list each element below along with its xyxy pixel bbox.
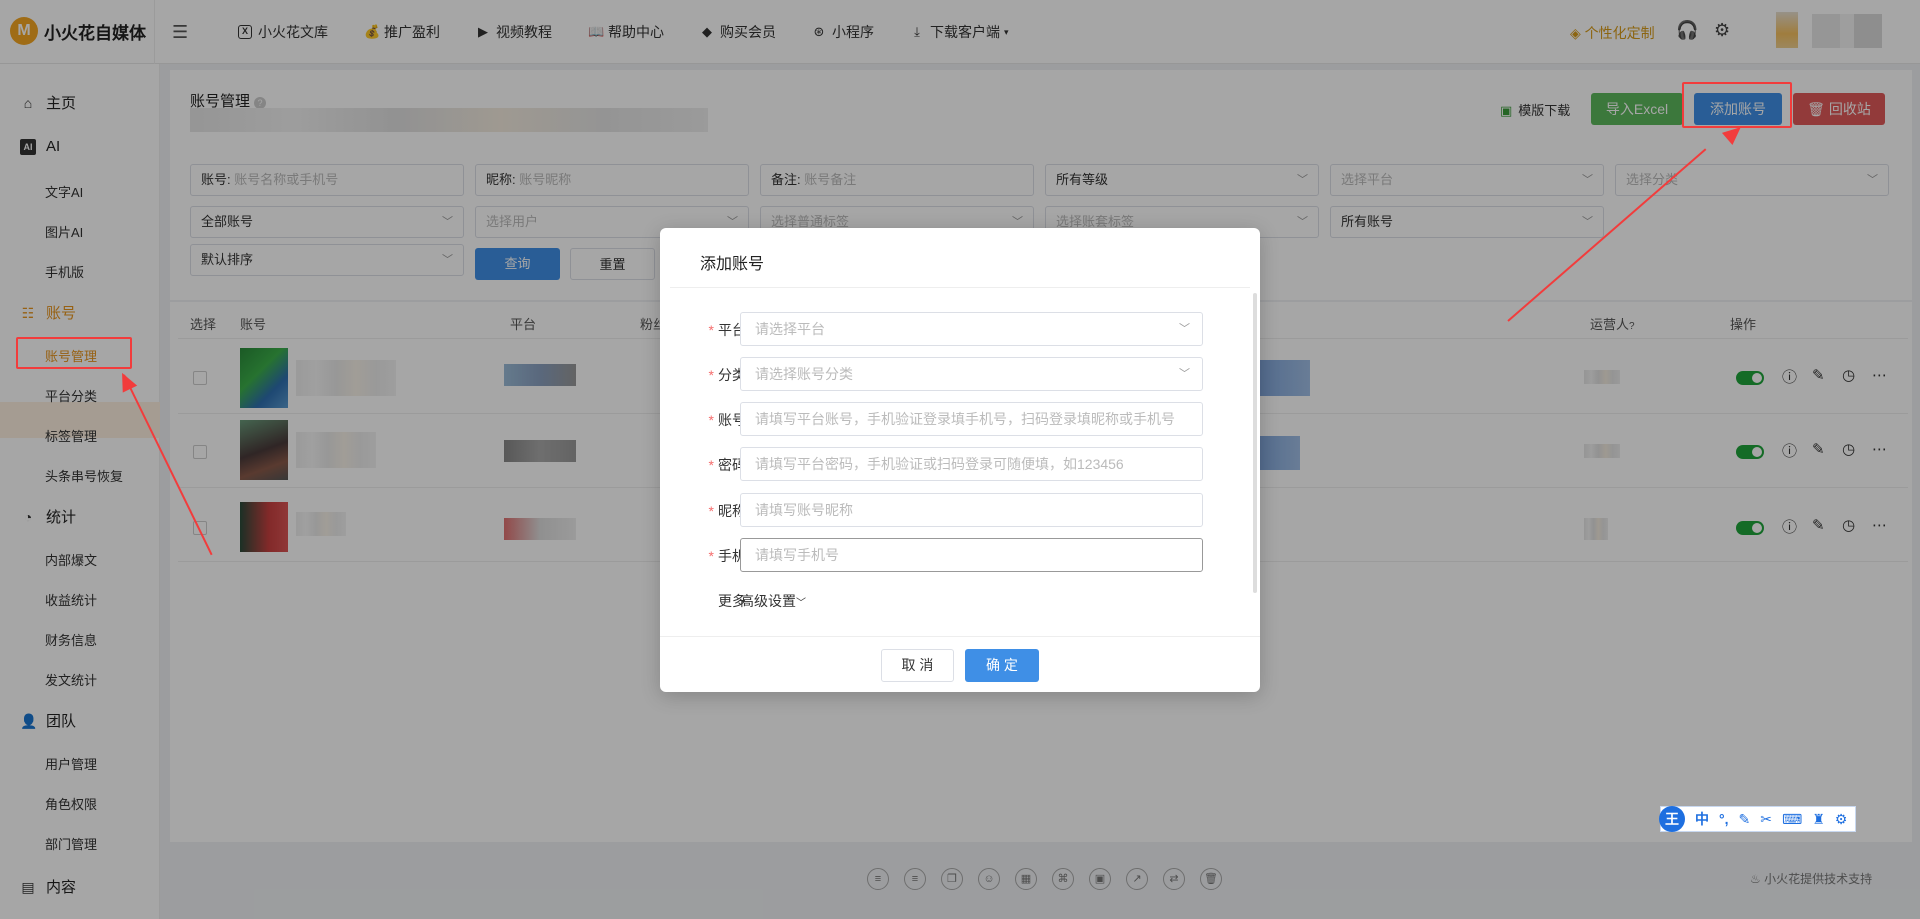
nickname-label: * 昵称 — [690, 501, 746, 521]
required-mark: * — [708, 457, 714, 473]
advanced-settings-toggle[interactable]: 高级设置﹀ — [740, 591, 806, 611]
account-input[interactable]: 请填写平台账号，手机验证登录填手机号，扫码登录填昵称或手机号 — [740, 402, 1203, 436]
cancel-button[interactable]: 取 消 — [881, 649, 954, 682]
required-mark: * — [708, 412, 714, 428]
ime-mode-label[interactable]: 中 — [1695, 809, 1709, 829]
divider — [670, 287, 1250, 288]
category-label: * 分类 — [690, 365, 746, 385]
required-mark: * — [708, 322, 714, 338]
modal-scrollbar[interactable] — [1253, 293, 1257, 593]
account-label: * 账号 — [690, 410, 746, 430]
confirm-button[interactable]: 确 定 — [965, 649, 1039, 682]
chevron-down-icon: ﹀ — [1179, 323, 1190, 335]
shirt-icon[interactable]: ♜ — [1812, 811, 1825, 828]
password-input[interactable]: 请填写平台密码，手机验证或扫码登录可随便填，如123456 — [740, 447, 1203, 481]
pen-icon[interactable]: ✎ — [1739, 811, 1751, 828]
required-mark: * — [708, 503, 714, 519]
phone-input[interactable]: 请填写手机号 — [740, 538, 1203, 572]
password-label: * 密码 — [690, 455, 746, 475]
placeholder: 请填写账号昵称 — [755, 502, 853, 518]
chevron-down-icon: ﹀ — [796, 598, 806, 609]
platform-label: * 平台 — [690, 320, 746, 340]
gear-icon[interactable]: ⚙ — [1835, 811, 1848, 828]
placeholder: 请选择平台 — [755, 321, 825, 337]
platform-select[interactable]: 请选择平台 ﹀ — [740, 312, 1203, 346]
scissors-icon[interactable]: ✂ — [1760, 811, 1772, 828]
keyboard-icon[interactable]: ⌨ — [1782, 811, 1802, 828]
add-account-modal: 添加账号 * 平台 请选择平台 ﹀ * 分类 请选择账号分类 ﹀ * 账号 请填写平台账号… — [660, 228, 1260, 692]
required-mark: * — [708, 548, 714, 564]
ime-punct-icon[interactable]: °, — [1719, 811, 1729, 827]
placeholder: 请填写平台账号，手机验证登录填手机号，扫码登录填昵称或手机号 — [755, 411, 1175, 427]
advanced-label: 高级设置 — [740, 593, 796, 609]
ime-toolbar[interactable]: 王 中 °, ✎ ✂ ⌨ ♜ ⚙ — [1659, 806, 1856, 832]
category-select[interactable]: 请选择账号分类 ﹀ — [740, 357, 1203, 391]
ime-logo-icon: 王 — [1659, 806, 1685, 832]
placeholder: 请填写手机号 — [755, 547, 839, 563]
modal-title: 添加账号 — [700, 256, 765, 273]
divider — [660, 636, 1260, 637]
chevron-down-icon: ﹀ — [1179, 368, 1190, 380]
required-mark: * — [708, 367, 714, 383]
more-label: 更多 — [718, 593, 746, 609]
placeholder: 请填写平台密码，手机验证或扫码登录可随便填，如123456 — [755, 456, 1124, 472]
annotation-box-add-account — [1682, 82, 1792, 128]
phone-label: * 手机 — [690, 546, 746, 566]
placeholder: 请选择账号分类 — [755, 366, 853, 382]
annotation-box-account-management — [16, 337, 132, 369]
nickname-input[interactable]: 请填写账号昵称 — [740, 493, 1203, 527]
